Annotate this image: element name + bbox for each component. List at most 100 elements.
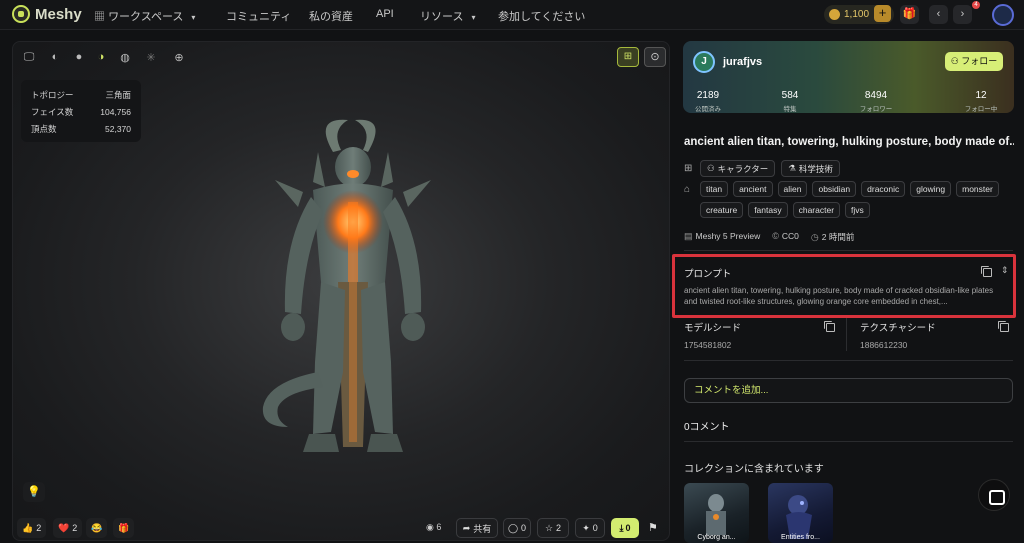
stat-followers: 8494 フォロワー [859, 90, 893, 113]
reaction-thumbs-up[interactable]: 👍 2 [17, 518, 47, 538]
tag-chip[interactable]: glowing [910, 181, 952, 197]
logo[interactable]: Meshy [12, 5, 82, 23]
tag-chip[interactable]: alien [777, 181, 808, 197]
copy-model-seed-icon[interactable] [824, 321, 835, 332]
tag-chip[interactable]: monster [956, 181, 999, 197]
tag-chip[interactable]: fjvs [845, 202, 870, 218]
gift-icon: 🎁 [118, 522, 130, 533]
author-card: J jurafjvs ⚇ フォロー 2189 公開済み 584 特集 8494 … [683, 41, 1014, 113]
texture-seed-value: 1886612230 [860, 340, 908, 350]
chat-support-button[interactable] [978, 479, 1010, 511]
comment-count: 0コメント [684, 422, 730, 433]
comment-button[interactable]: ◯ 0 [503, 518, 531, 538]
divider [684, 250, 1013, 251]
coin-icon [829, 9, 840, 20]
flag-icon[interactable]: ⚑ [648, 521, 658, 534]
follow-button[interactable]: ⚇ フォロー [945, 52, 1003, 71]
expand-icon[interactable]: ⇕ [1001, 265, 1009, 276]
lightbulb-button[interactable]: 💡 [23, 482, 45, 502]
character-icon: ⚇ [707, 163, 715, 173]
clock-icon: ◷ [810, 232, 819, 242]
tag-chip[interactable]: creature [700, 202, 744, 218]
model-viewer[interactable]: 🖵 ◐ ● ◑ ◍ ✳ ⊕ ⊞ ⊙ トポロジー 三角面 フェイス数 104,75… [12, 41, 670, 541]
add-credits-button[interactable]: + [874, 5, 891, 22]
collections-title: コレクションに含まれています [684, 464, 824, 475]
copy-prompt-icon[interactable] [981, 266, 992, 277]
reaction-laugh[interactable]: 😂 [86, 518, 108, 538]
divider [684, 360, 1013, 361]
tag-chip[interactable]: obsidian [812, 181, 857, 197]
model-seed-label: モデルシード [684, 323, 742, 334]
texture-seed-label: テクスチャシード [860, 323, 936, 334]
star-button[interactable]: ☆ 2 [537, 518, 569, 538]
engine-info: ▤ Meshy 5 Preview [684, 231, 761, 241]
flask-icon: ⚗ [788, 163, 796, 173]
category-grid-icon: ⊞ [684, 163, 693, 174]
download-button[interactable]: ⤓ 0 [611, 518, 639, 538]
back-button[interactable]: ‹ [929, 5, 948, 24]
share-icon: ➦ [462, 522, 471, 533]
add-user-icon: ⚇ [950, 56, 962, 66]
reaction-gift[interactable]: 🎁 [113, 518, 135, 538]
reaction-heart[interactable]: ❤️ 2 [53, 518, 83, 538]
time-info: ◷ 2 時間前 [810, 232, 855, 242]
nav-api[interactable]: API [376, 8, 394, 20]
meshy-logo-icon [12, 5, 30, 23]
share-button[interactable]: ➦ 共有 [456, 518, 498, 538]
notification-badge: 4 [972, 1, 980, 9]
laugh-icon: 😂 [91, 522, 103, 533]
category-chip[interactable]: ⚗ 科学技術 [781, 160, 840, 177]
nav-resources[interactable]: リソース ▾ [420, 8, 475, 24]
stat-featured: 584 特集 [781, 90, 799, 113]
model-stats-panel: トポロジー 三角面 フェイス数 104,756 頂点数 52,370 [21, 80, 141, 142]
stat-row-faces: フェイス数 104,756 [31, 106, 131, 117]
nav-community[interactable]: コミュニティ [226, 8, 291, 24]
stat-row-topology: トポロジー 三角面 [31, 89, 131, 100]
thumbs-up-icon: 👍 [22, 522, 34, 533]
comment-input[interactable]: コメントを追加... [684, 378, 1013, 403]
stat-row-vertices: 頂点数 52,370 [31, 123, 131, 134]
prompt-text: ancient alien titan, towering, hulking p… [684, 286, 994, 306]
user-avatar[interactable] [992, 4, 1014, 26]
tag-list: titan ancient alien obsidian draconic gl… [700, 181, 1020, 218]
tag-icon: ⌂ [684, 184, 691, 195]
stat-published: 2189 公開済み [695, 90, 721, 113]
tag-chip[interactable]: fantasy [748, 202, 788, 218]
divider [846, 318, 847, 351]
model-meta: ▤ Meshy 5 Preview © CC0 ◷ 2 時間前 [684, 231, 854, 243]
remix-button[interactable]: ✦ 0 [575, 518, 605, 538]
tag-chip[interactable]: titan [700, 181, 729, 197]
author-name[interactable]: jurafjvs [723, 56, 762, 68]
tag-chip[interactable]: character [792, 202, 841, 218]
credits-value: 1,100 [844, 9, 870, 20]
category-chip[interactable]: ⚇ キャラクター [700, 160, 776, 177]
copy-texture-seed-icon[interactable] [998, 321, 1009, 332]
author-avatar[interactable]: J [693, 51, 715, 73]
views-count: ◉ 6 [426, 522, 442, 532]
divider [684, 441, 1013, 442]
download-icon: ⤓ [619, 522, 624, 533]
nav-join[interactable]: 参加してください [498, 8, 585, 24]
nav-workspace[interactable]: ▦ ワークスペース ▾ [94, 8, 195, 24]
sparkle-icon: ✦ [582, 522, 590, 533]
nav-my-assets[interactable]: 私の資産 [309, 8, 353, 24]
model-title: ancient alien titan, towering, hulking p… [684, 136, 1014, 148]
category-list: ⚇ キャラクター ⚗ 科学技術 [700, 160, 840, 177]
forward-button[interactable]: › [953, 5, 972, 24]
logo-text: Meshy [35, 5, 82, 23]
chevron-down-icon: ▾ [191, 13, 196, 22]
collection-card[interactable]: Cyborg an... [684, 483, 749, 543]
eye-icon: ◉ [426, 522, 434, 532]
star-icon: ☆ [544, 522, 554, 533]
document-icon: ▤ [684, 231, 693, 241]
prompt-label: プロンプト [684, 269, 732, 280]
gift-icon[interactable]: 🎁 [900, 5, 919, 24]
chevron-down-icon: ▾ [471, 13, 476, 22]
heart-icon: ❤️ [58, 522, 70, 533]
collection-card[interactable]: Entities fro... [768, 483, 833, 543]
cc-icon: © [772, 231, 779, 241]
stat-following: 12 フォロー中 [964, 90, 998, 113]
tag-chip[interactable]: ancient [733, 181, 773, 197]
model-seed-value: 1754581802 [684, 340, 732, 350]
tag-chip[interactable]: draconic [861, 181, 906, 197]
